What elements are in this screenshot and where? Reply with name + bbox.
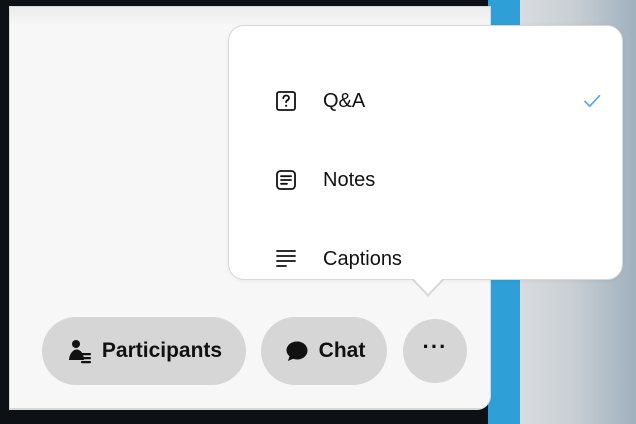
chat-icon [283,337,311,365]
menu-item-label: Notes [323,168,376,191]
menu-item-qa[interactable]: Q&A [229,73,624,129]
participants-icon [66,337,94,365]
more-icon: ··· [422,334,448,359]
menu-item-label: Captions [323,247,402,270]
participants-label: Participants [101,339,223,362]
menu-item-label: Q&A [323,89,366,112]
checkmark-icon [581,90,603,112]
more-options-button[interactable]: ··· [403,319,467,383]
note-icon [274,168,298,192]
menu-item-notes[interactable]: Notes [229,152,624,208]
participants-button[interactable]: Participants [42,317,246,385]
chat-label: Chat [318,339,366,362]
more-options-popover: Q&A Notes Captions [228,25,623,280]
chat-button[interactable]: Chat [261,317,387,385]
captions-icon [274,247,298,271]
window-bottom-border [10,408,490,409]
popover-arrow [413,278,443,294]
question-box-icon [274,89,298,113]
